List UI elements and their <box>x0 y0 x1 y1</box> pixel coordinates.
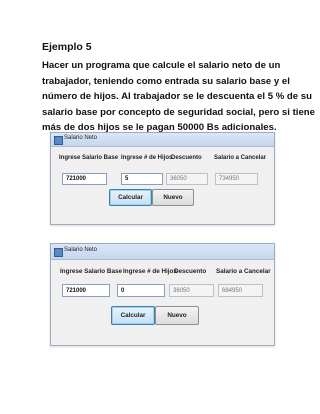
salario-neto-window-1: Salario Neto Ingrese Salario Base Ingres… <box>50 132 275 225</box>
statement-line: Hacer un programa que calcule el salario… <box>42 60 281 71</box>
app-icon <box>54 248 63 257</box>
salario-base-input[interactable]: 721000 <box>62 284 110 297</box>
nuevo-button[interactable]: Nuevo <box>155 306 199 325</box>
descuento-output: 36050 <box>166 173 208 185</box>
statement-line: trabajador, teniendo como entrada su sal… <box>42 75 290 87</box>
hijos-label: Ingrese # de Hijos <box>121 155 173 161</box>
statement-line: número de hijos. Al trabajador se le des… <box>42 91 312 103</box>
statement-line: salario base por concepto de seguridad s… <box>42 106 315 118</box>
salario-neto-window-2: Salario Neto Ingrese Salario Base Ingres… <box>50 243 275 346</box>
hijos-input[interactable]: 5 <box>121 173 163 185</box>
descuento-label: Descuento <box>174 268 207 275</box>
calcular-button[interactable]: Calcular <box>111 306 155 325</box>
salario-cancelar-label: Salario a Cancelar <box>214 155 267 161</box>
window-titlebar[interactable]: Salario Neto <box>51 244 274 260</box>
hijos-label: Ingrese # de Hijos <box>123 268 177 275</box>
salario-base-label: Ingrese Salario Base <box>59 155 119 161</box>
descuento-output: 36050 <box>169 284 214 297</box>
app-icon <box>54 136 63 145</box>
salario-base-input[interactable]: 721000 <box>62 173 107 185</box>
nuevo-button[interactable]: Nuevo <box>152 189 194 206</box>
salario-cancelar-output: 684950 <box>218 284 263 297</box>
salario-cancelar-label: Salario a Cancelar <box>216 268 271 275</box>
salario-base-label: Ingrese Salario Base <box>60 268 122 275</box>
descuento-label: Descuento <box>171 155 202 161</box>
calcular-button[interactable]: Calcular <box>109 189 152 206</box>
window-title: Salario Neto <box>64 135 98 141</box>
example-heading: Ejemplo 5 <box>42 41 92 53</box>
window-titlebar[interactable]: Salario Neto <box>51 133 274 147</box>
window-title: Salario Neto <box>64 247 98 253</box>
problem-statement: Hacer un programa que calcule el salario… <box>42 58 315 136</box>
salario-cancelar-output: 734950 <box>215 173 258 185</box>
hijos-input[interactable]: 0 <box>117 284 165 297</box>
